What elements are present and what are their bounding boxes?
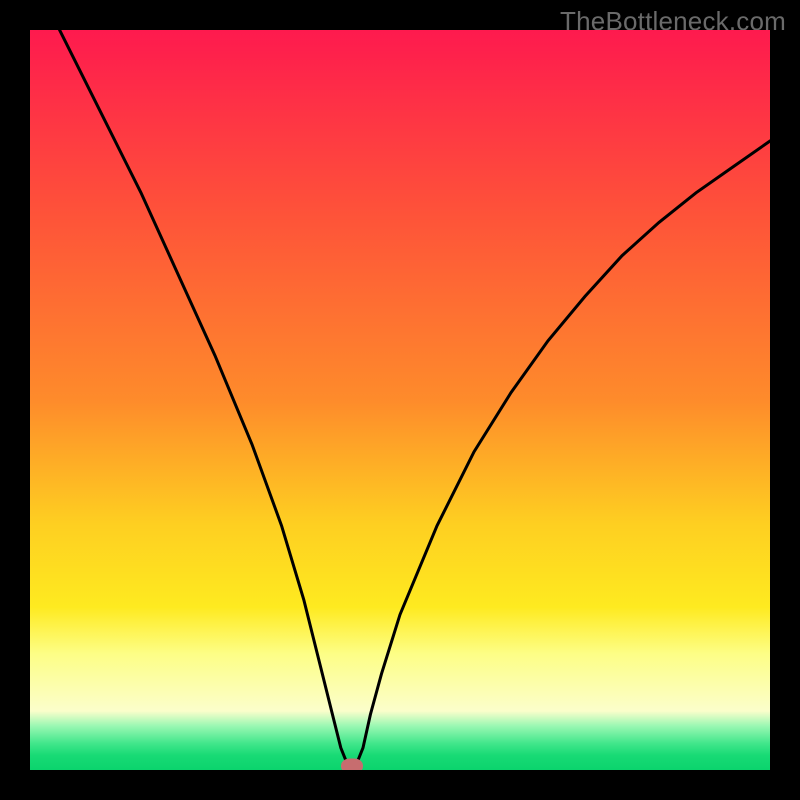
plot-area (30, 30, 770, 770)
bottleneck-curve (30, 30, 770, 770)
chart-frame: TheBottleneck.com (0, 0, 800, 800)
minimum-marker (341, 759, 363, 770)
